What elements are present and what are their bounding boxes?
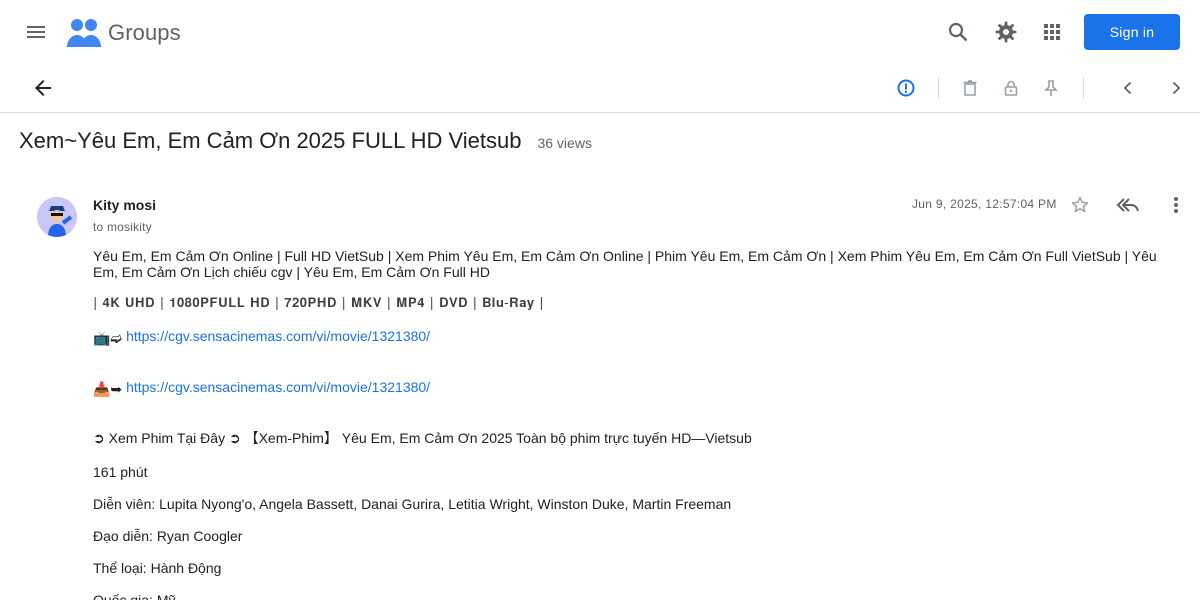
intro-paragraph: Yêu Em, Em Cảm Ơn Online | Full HD VietS… [93,248,1157,280]
apps-grid-icon[interactable] [1032,12,1072,52]
chevron-right-icon[interactable] [1156,68,1196,108]
watch-line: ➲ Xem Phim Tại Đây ➲ 【Xem-Phim】 Yêu Em, … [93,430,752,446]
cast-line: Diễn viên: Lupita Nyong'o, Angela Basset… [93,496,732,512]
search-icon[interactable] [938,12,978,52]
avatar[interactable] [37,197,77,237]
download-icon: 📥➥ [93,381,123,397]
director-line: Đạo diễn: Ryan Coogler [93,528,243,544]
tv-icon: 📺➫ [93,330,123,346]
message-date: Jun 9, 2025, 12:57:04 PM [912,197,1057,211]
thread-header: Xem~Yêu Em, Em Cảm Ơn 2025 FULL HD Viets… [19,128,592,154]
message-body: Yêu Em, Em Cảm Ơn Online | Full HD VietS… [93,248,1173,600]
view-count: 36 views [537,135,592,151]
toolbar-divider [1083,77,1084,99]
thread-toolbar [0,64,1200,113]
report-icon[interactable] [886,68,926,108]
duration-line: 161 phút [93,464,148,480]
gear-icon[interactable] [986,12,1026,52]
movie-link-2[interactable]: https://cgv.sensacinemas.com/vi/movie/13… [126,379,430,395]
groups-logo[interactable]: Groups [66,17,181,49]
link-line-2: 📥➥ https://cgv.sensacinemas.com/vi/movie… [93,379,1173,397]
lock-icon[interactable] [991,68,1031,108]
more-vert-icon[interactable] [1164,191,1188,219]
reply-all-icon[interactable] [1112,191,1144,219]
star-icon[interactable] [1066,191,1094,219]
top-app-bar: Groups Sign in [0,0,1200,64]
app-name: Groups [108,20,181,45]
link-line-1: 📺➫ https://cgv.sensacinemas.com/vi/movie… [93,328,1173,346]
back-arrow-icon[interactable] [23,68,63,108]
sign-in-button[interactable]: Sign in [1084,14,1180,50]
menu-icon[interactable] [16,12,56,52]
pin-icon[interactable] [1031,68,1071,108]
country-line: Quốc gia: Mỹ [93,592,176,600]
delete-icon[interactable] [950,68,990,108]
author-name[interactable]: Kity mosi [93,197,156,213]
chevron-left-icon[interactable] [1108,68,1148,108]
groups-logo-icon [67,19,101,47]
movie-link-1[interactable]: https://cgv.sensacinemas.com/vi/movie/13… [126,328,430,344]
formats-line: | 𝟒𝐊 𝐔𝐇𝐃 | 𝟏𝟎𝟖𝟎𝐏𝐅𝐔𝐋𝐋 𝐇𝐃 | 𝟕𝟐𝟎𝐏𝐇𝐃 | 𝐌𝐊𝐕 |… [93,296,545,311]
toolbar-divider [938,77,939,99]
genre-line: Thể loại: Hành Động [93,560,222,576]
thread-title: Xem~Yêu Em, Em Cảm Ơn 2025 FULL HD Viets… [19,128,522,153]
recipient: to mosikity [93,220,152,234]
